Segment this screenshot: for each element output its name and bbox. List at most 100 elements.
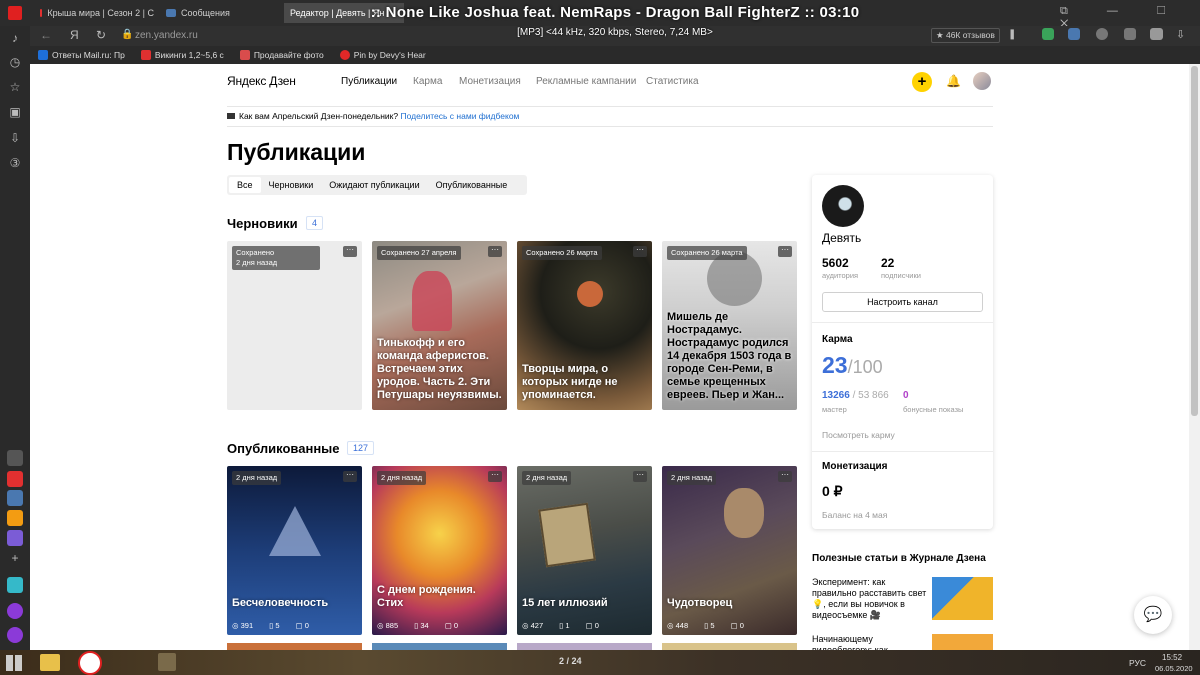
more-menu-icon[interactable]: ··· [488,471,502,482]
bookmark-item[interactable]: Викинги 1,2~5,6 с [140,50,224,60]
views-stat: ◎ 448 [667,621,689,630]
filter-pending[interactable]: Ожидают публикации [321,177,427,193]
alice-voice-icon[interactable] [7,627,23,643]
card-title: С днем рождения. Стих [377,584,476,609]
tab-counter-icon[interactable]: ③ [7,155,23,171]
survey-text: Как вам Апрельский Дзен-понедельник? [239,111,399,121]
reads-stat: ▯ 34 [414,621,429,630]
published-heading: Опубликованные [227,441,340,456]
zen-logo[interactable]: Яндекс Дзен [227,74,296,88]
bookmark-label: Pin by Devy's Hear [353,50,426,60]
more-menu-icon[interactable]: ··· [488,246,502,257]
reads-stat: ▯ 1 [559,621,570,630]
instagram-icon[interactable] [7,450,23,466]
reads-stat: ▯ 5 [269,621,280,630]
bookmark-item[interactable]: Ответы Mail.ru: Пр [38,50,125,60]
mail-icon [38,50,48,60]
setup-channel-button[interactable]: Настроить канал [822,292,983,312]
published-card[interactable]: 2 дня назад ··· Бесчеловечность ◎ 391 ▯ … [227,466,362,635]
filter-drafts[interactable]: Черновики [261,177,322,193]
clock-time[interactable]: 15:52 [1162,653,1182,662]
channel-name[interactable]: Девять [822,231,861,245]
app-icon[interactable] [7,577,23,593]
nav-publications[interactable]: Публикации [341,76,397,87]
journal-thumb[interactable] [932,634,993,650]
draft-card[interactable]: Сохранено 26 марта ··· Мишель де Нострад… [662,241,797,410]
balance-label: Баланс на 4 мая [822,510,888,520]
draft-card[interactable]: Сохранено 27 апреля ··· Тинькофф и его к… [372,241,507,410]
clock-date[interactable]: 06.05.2020 [1155,664,1193,673]
subscribers-label: подписчики [881,271,921,280]
bookmark-item[interactable]: Pin by Devy's Hear [339,50,426,60]
more-menu-icon[interactable]: ··· [778,471,792,482]
more-menu-icon[interactable]: ··· [633,246,647,257]
subscribers-value: 22 [881,256,895,270]
feedback-link[interactable]: Поделитесь с нами фидбеком [400,111,519,121]
draft-card[interactable]: Сохранено 2 дня назад ··· [227,241,362,410]
chat-support-icon[interactable]: 💬 [1134,596,1172,634]
journal-thumb[interactable] [932,577,993,620]
card-image [538,502,596,568]
channel-avatar[interactable] [822,185,864,227]
game-icon[interactable] [158,653,176,671]
master-value: 13266 [822,390,850,401]
notifications-icon[interactable]: 🔔 [946,74,961,88]
messenger-icon[interactable] [7,530,23,546]
comments-stat: ▢ 0 [295,621,309,630]
add-panel-icon[interactable]: + [7,550,23,566]
youtube-icon[interactable] [7,471,23,487]
mail-icon[interactable] [7,510,23,526]
divider [812,322,993,323]
card-badge: 2 дня назад [232,471,282,485]
create-button[interactable]: + [912,72,932,92]
card-image [412,271,452,331]
published-card[interactable]: 2 дня назад ··· 15 лет иллюзий ◎ 427 ▯ 1… [517,466,652,635]
divider [227,126,993,127]
bookmark-label: Викинги 1,2~5,6 с [154,50,224,60]
bonus-value: 0 [903,390,909,401]
downloads-icon[interactable]: ⇩ [7,130,23,146]
divider [812,451,993,452]
avatar[interactable] [973,72,991,90]
scrollbar-thumb[interactable] [1191,66,1198,416]
collections-icon[interactable]: ▣ [7,104,23,120]
bonus-label: бонусные показы [903,405,964,414]
published-card-partial [517,643,652,650]
published-card[interactable]: 2 дня назад ··· С днем рождения. Стих ◎ … [372,466,507,635]
filter-published[interactable]: Опубликованные [428,177,516,193]
explorer-icon[interactable] [40,654,60,671]
bookmark-label: Продавайте фото [253,50,324,60]
nav-karma[interactable]: Карма [413,76,442,87]
history-icon[interactable]: ◷ [7,54,23,70]
journal-article[interactable]: Эксперимент: как правильно расставить св… [812,577,930,621]
more-menu-icon[interactable]: ··· [343,471,357,482]
windows-start-icon[interactable] [6,655,22,671]
favorites-icon[interactable]: ☆ [7,79,23,95]
karma-score: 23/100 [822,352,883,379]
card-image [577,281,603,307]
views-stat: ◎ 885 [377,621,399,630]
bookmark-item[interactable]: Продавайте фото [239,50,324,60]
yandex-browser-icon[interactable] [78,651,102,675]
karma-title: Карма [822,334,853,345]
view-karma-link[interactable]: Посмотреть карму [822,430,895,440]
more-menu-icon[interactable]: ··· [343,246,357,257]
bookmark-label: Ответы Mail.ru: Пр [52,50,125,60]
site-icon [239,50,250,60]
card-badge: Сохранено 26 марта [667,246,747,260]
nav-statistics[interactable]: Статистика [646,76,699,87]
more-menu-icon[interactable]: ··· [778,246,792,257]
nav-ad-campaigns[interactable]: Рекламные кампании [536,76,636,87]
filter-all[interactable]: Все [229,177,261,193]
filter-tabs: Все Черновики Ожидают публикации Опублик… [227,175,527,195]
alice-icon[interactable] [7,603,23,619]
draft-card[interactable]: Сохранено 26 марта ··· Творцы мира, о ко… [517,241,652,410]
card-title: 15 лет иллюзий [522,597,608,609]
nav-monetization[interactable]: Монетизация [459,76,521,87]
site-icon [140,50,151,60]
more-menu-icon[interactable]: ··· [633,471,647,482]
drafts-count: 4 [306,216,324,230]
published-card[interactable]: 2 дня назад ··· Чудотворец ◎ 448 ▯ 5 ▢ 0 [662,466,797,635]
vk-icon[interactable] [7,490,23,506]
language-indicator[interactable]: РУС [1129,658,1146,668]
